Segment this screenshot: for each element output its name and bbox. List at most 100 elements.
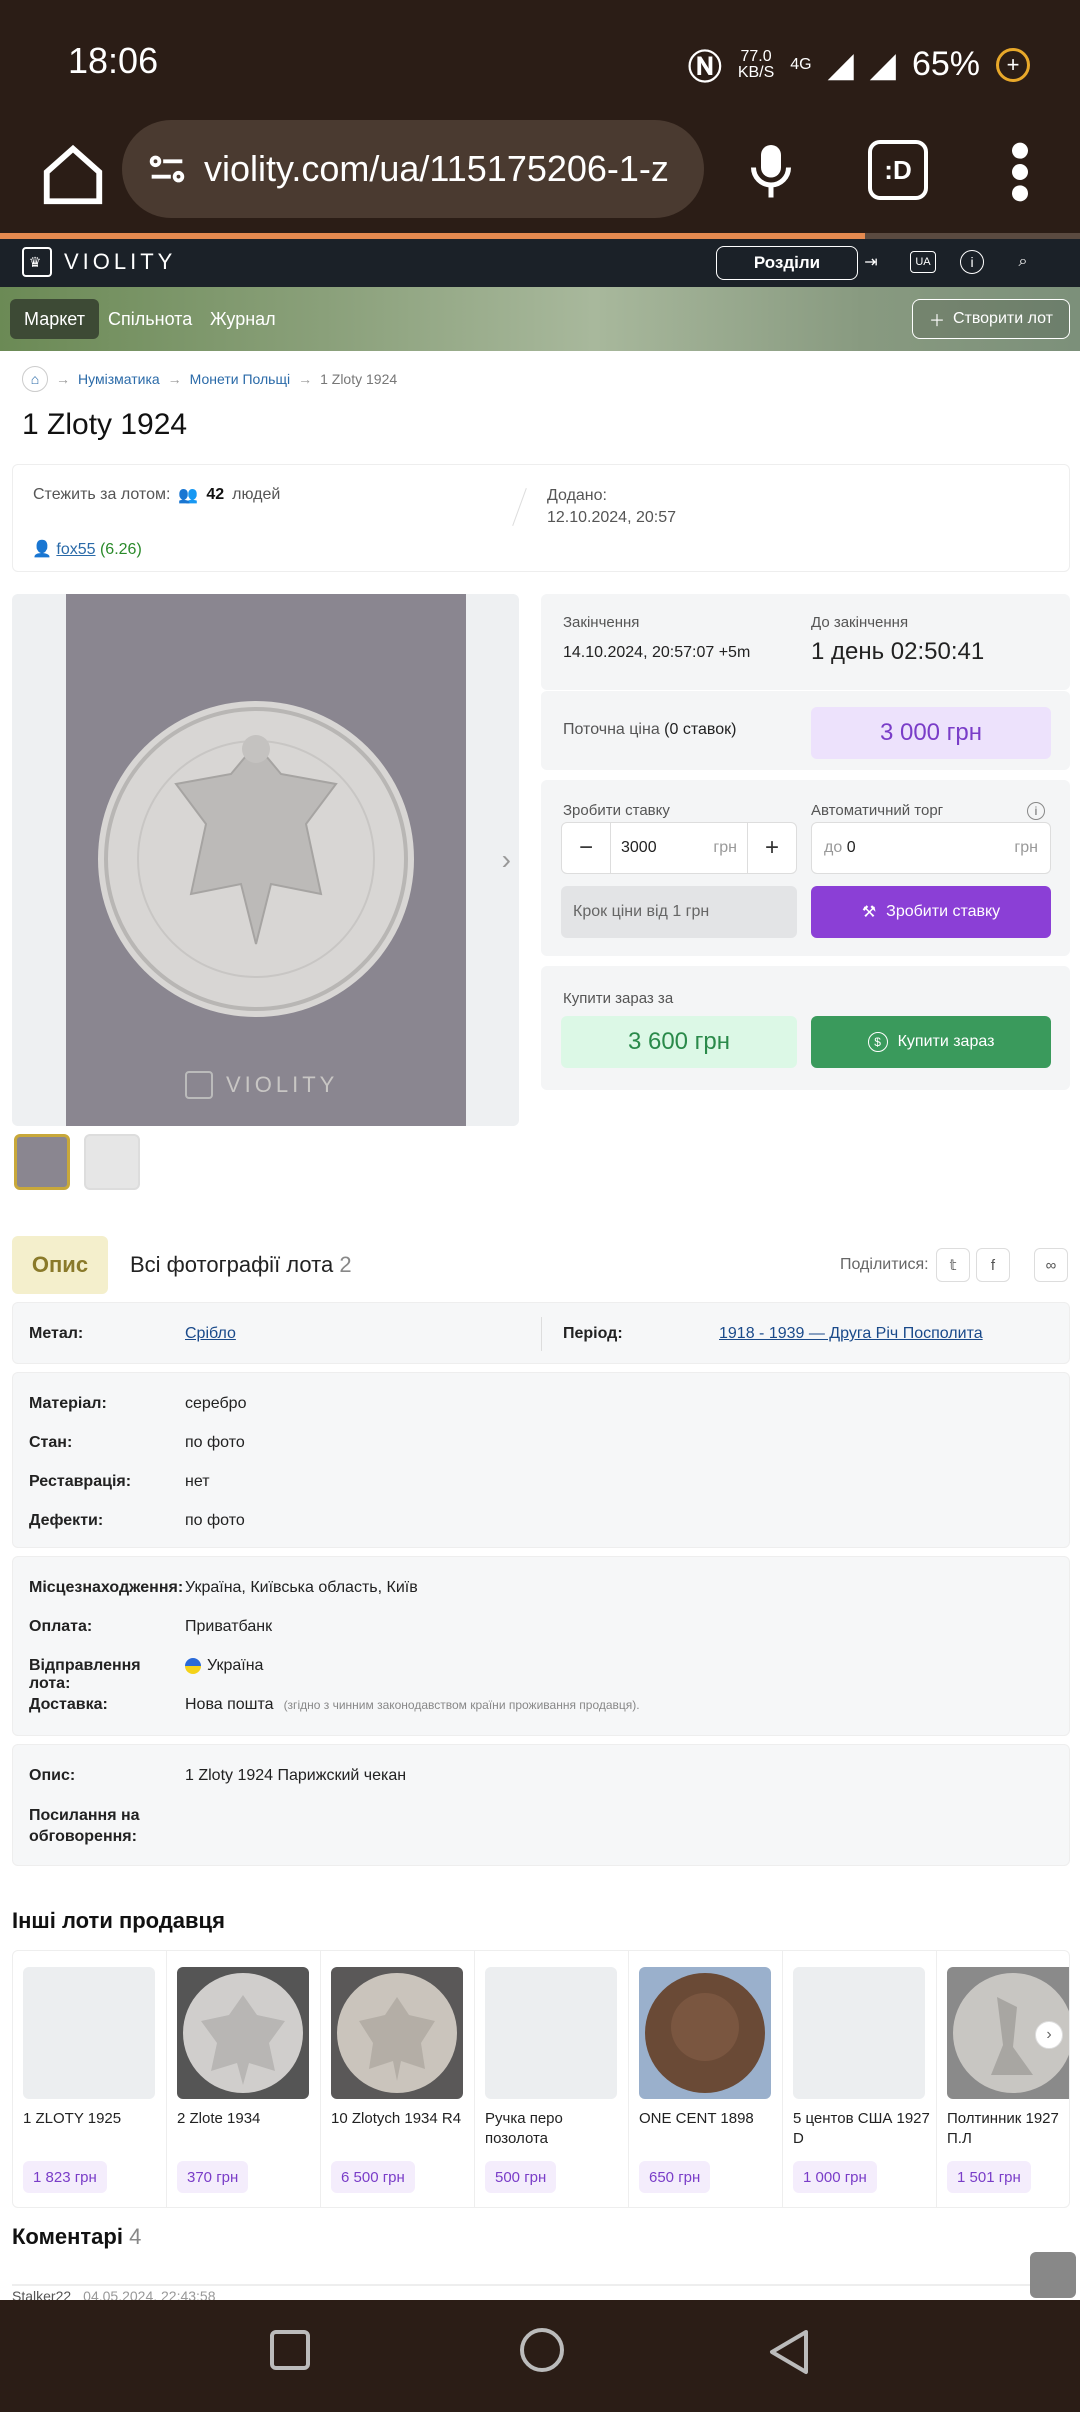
recents-button[interactable] [270,2330,310,2370]
signal-icon-2: ◢ [869,45,896,84]
scroll-to-top-button[interactable] [1030,2252,1076,2298]
copy-link-icon[interactable]: ∞ [1034,1248,1068,1282]
lot-card[interactable]: 10 Zlotych 1934 R4 6 500 грн [321,1951,475,2207]
lot-card[interactable]: Полтинник 1927 П.Л 1 501 грн [937,1951,1069,2207]
browser-toolbar: violity.com/ua/115175206-1-z :D [0,120,1080,235]
lot-info-box: Стежить за лотом: 👥 42 людей Додано: 12.10.2… [12,464,1070,572]
tab-journal[interactable]: Журнал [196,299,290,339]
carousel-next-arrow[interactable]: › [1035,2021,1063,2049]
dollar-icon: $ [867,1032,888,1052]
watch-count: 42 [206,486,225,503]
system-navigation-bar [0,2300,1080,2412]
breadcrumb-current: 1 Zloty 1924 [320,371,398,387]
status-time: 18:06 [68,40,159,81]
info-icon[interactable]: i [960,250,984,274]
increase-bid-button[interactable]: + [748,822,796,874]
buy-now-panel: Купити зараз за 3 600 грн $ Купити зараз [541,966,1070,1090]
lot-card[interactable]: 1 ZLOTY 1925 1 823 грн [13,1951,167,2207]
bid-panel: Зробити ставку Автоматичний торг i − 300… [541,780,1070,956]
buy-now-button[interactable]: $ Купити зараз [811,1016,1051,1068]
description-text: 1 Zloty 1924 Парижский чекан [185,1767,407,1784]
nfc-icon: Ⓝ [687,49,722,87]
more-menu-icon[interactable] [1008,140,1032,204]
status-bar: 18:06 Ⓝ 77.0 KB/S 4G ◢ ◢ 65% + [0,0,1080,120]
other-lots-carousel: 1 ZLOTY 1925 1 823 грн 2 Zlote 1934 370 гр… [12,1950,1070,2208]
lot-card[interactable]: Ручка перо позолота 500 грн [475,1951,629,2207]
countdown: 1 день 02:50:41 [811,638,985,665]
url-bar[interactable]: violity.com/ua/115175206-1-z [122,120,704,218]
url-text[interactable]: violity.com/ua/115175206-1-z [204,148,669,190]
thumbnail-1[interactable] [14,1134,70,1190]
network-type: 4G [790,55,812,73]
create-lot-button[interactable]: ＋ Створити лот [911,299,1070,339]
auction-timing: Закінчення 14.10.2024, 20:57:07 +5m До з… [541,594,1070,690]
login-icon[interactable]: ⇥ [856,247,886,277]
search-icon[interactable]: ⌕ [1008,247,1038,277]
price-step-field[interactable]: Крок ціни від 1 грн [561,886,797,938]
description-tabs: Опис Всі фотографії лота 2 Поділитися: 𝕥… [12,1236,1070,1294]
photo-gallery[interactable]: VIOLITY › [12,594,519,1126]
back-button[interactable] [766,2328,810,2376]
auto-bid-input[interactable]: до 0 грн [811,822,1051,874]
tab-all-photos[interactable]: Всі фотографії лота 2 [130,1252,352,1278]
user-icon: 👤 [32,541,52,558]
extension-button[interactable]: :D [868,140,928,200]
page-title: 1 Zloty 1924 [22,408,188,441]
comments-title: Коментарі 4 [12,2224,142,2249]
ukraine-flag-icon [185,1657,201,1674]
other-lots-title: Інші лоти продавця [12,1908,225,1933]
breadcrumb-numismatics[interactable]: Нумізматика [78,371,160,387]
microphone-icon[interactable] [746,140,796,200]
battery-level: 65% [911,45,980,83]
battery-saver-icon: + [996,47,1030,82]
buy-now-price: 3 600 грн [561,1016,797,1068]
info-icon[interactable]: i [1027,802,1045,820]
site-header: ♛ VIOLITY Розділи ⇥ UA i ⌕ [0,239,1080,287]
end-date: 14.10.2024, 20:57:07 +5m [563,644,751,661]
svg-text:VIOLITY: VIOLITY [226,1072,338,1097]
twitter-icon[interactable]: 𝕥 [936,1248,970,1282]
decrease-bid-button[interactable]: − [562,822,610,874]
crown-icon: ♛ [22,247,52,277]
breadcrumb-home-icon[interactable]: ⌂ [22,366,48,392]
lot-card[interactable]: ONE CENT 1898 650 грн [629,1951,783,2207]
current-price: 3 000 грн [811,707,1051,759]
market-nav: Маркет Спільнота Журнал ＋ Створити лот [0,287,1080,351]
thumbnail-2[interactable] [84,1134,140,1190]
place-bid-button[interactable]: ⚒ Зробити ставку [811,886,1051,938]
condition-block: Матеріал: серебро Стан: по фото Реставраці… [12,1372,1070,1548]
coin-photo[interactable]: VIOLITY [66,594,466,1126]
metal-period-block: Метал: Срібло Період: 1918 - 1939 — Друга … [12,1302,1070,1364]
people-icon: 👥 [178,487,199,504]
site-settings-icon[interactable] [144,146,190,192]
metal-link[interactable]: Срібло [185,1325,236,1343]
description-block: Опис: 1 Zloty 1924 Парижский чекан Посила… [12,1744,1070,1866]
breadcrumb-poland-coins[interactable]: Монети Польщі [190,371,290,387]
bid-stepper: − 3000 грн + [561,822,797,874]
facebook-icon[interactable]: f [976,1248,1010,1282]
plus-icon: ＋ [928,313,945,330]
site-logo[interactable]: ♛ VIOLITY [22,247,176,277]
tab-market[interactable]: Маркет [10,299,99,339]
sections-button[interactable]: Розділи [716,246,858,280]
tab-community[interactable]: Спільнота [94,299,206,339]
current-price-panel: Поточна ціна (0 ставок) 3 000 грн [541,690,1070,770]
signal-icon: ◢ [827,45,854,84]
language-button[interactable]: UA [910,251,936,273]
seller-link[interactable]: 👤 fox55 (6.26) [32,539,142,559]
photo-thumbnails [14,1134,140,1190]
breadcrumb: ⌂ → Нумізматика → Монети Польщі → 1 Zlot… [22,366,397,392]
tab-description[interactable]: Опис [12,1236,108,1294]
next-photo-arrow[interactable]: › [502,844,511,876]
bid-input[interactable]: 3000 грн [610,822,748,874]
period-link[interactable]: 1918 - 1939 — Друга Річ Посполита [719,1325,983,1343]
home-button[interactable] [520,2328,564,2372]
lot-card[interactable]: 2 Zlote 1934 370 грн [167,1951,321,2207]
gavel-icon: ⚒ [861,904,877,921]
home-icon[interactable] [38,140,108,210]
added-date: 12.10.2024, 20:57 [547,509,677,526]
shipping-block: Місцезнаходження: Україна, Київська облас… [12,1556,1070,1736]
lot-card[interactable]: 5 центов США 1927 D1 000 грн [783,1951,937,2207]
seller-rating[interactable]: (6.26) [100,541,142,558]
speed-indicator: 77.0 KB/S [737,47,775,81]
